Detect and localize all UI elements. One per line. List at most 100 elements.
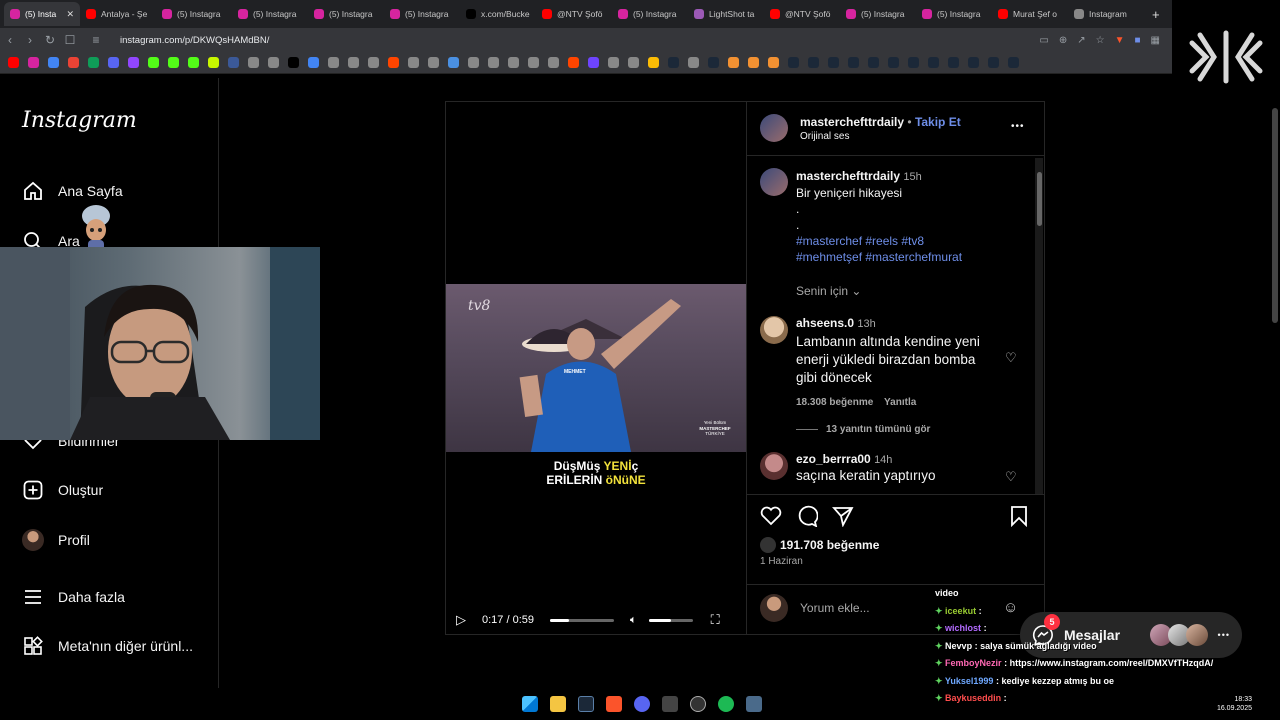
bookmark-favicon-icon[interactable] [908, 57, 919, 68]
bookmark-favicon-icon[interactable] [508, 57, 519, 68]
share-icon[interactable] [832, 505, 854, 527]
site-info-icon[interactable]: ≡ [86, 33, 106, 47]
volume-slider[interactable] [648, 618, 693, 622]
sidebar-item-home[interactable]: Ana Sayfa [22, 180, 123, 202]
bookmark-favicon-icon[interactable] [268, 57, 279, 68]
bookmark-favicon-icon[interactable] [8, 57, 19, 68]
bookmark-favicon-icon[interactable] [28, 57, 39, 68]
caption-username[interactable]: masterchefttrdaily [796, 169, 900, 183]
bookmark-favicon-icon[interactable] [408, 57, 419, 68]
start-icon[interactable] [522, 696, 538, 712]
bookmark-favicon-icon[interactable] [468, 57, 479, 68]
sidebar-item-create[interactable]: Oluştur [22, 479, 103, 501]
back-icon[interactable]: ‹ [0, 33, 20, 47]
bookmark-favicon-icon[interactable] [68, 57, 79, 68]
comment-likes[interactable]: 18.308 beğenme [796, 397, 873, 408]
more-options-icon[interactable]: ••• [1011, 121, 1025, 132]
bookmark-favicon-icon[interactable] [248, 57, 259, 68]
audio-label[interactable]: Orijinal ses [800, 131, 961, 142]
bookmark-favicon-icon[interactable] [588, 57, 599, 68]
bookmark-favicon-icon[interactable] [768, 57, 779, 68]
bookmark-favicon-icon[interactable] [488, 57, 499, 68]
sidebar-item-more[interactable]: Daha fazla [22, 586, 125, 608]
like-icon[interactable] [760, 505, 782, 527]
hashtags[interactable]: #masterchef #reels #tv8 [796, 233, 1026, 249]
bookmark-favicon-icon[interactable] [48, 57, 59, 68]
fullscreen-icon[interactable]: ⛶ [711, 612, 720, 628]
browser-tab[interactable]: (5) Instagra [612, 2, 688, 26]
browser-tab[interactable]: x.com/Bucke [460, 2, 536, 26]
zoom-icon[interactable]: ⊕ [1059, 35, 1067, 46]
comment-icon[interactable] [796, 505, 818, 527]
view-replies[interactable]: 13 yanıtın tümünü gör [796, 424, 930, 435]
bookmark-favicon-icon[interactable] [988, 57, 999, 68]
page-scrollbar[interactable] [1272, 108, 1278, 323]
browser-tab[interactable]: Antalya - Şe [80, 2, 156, 26]
bookmark-favicon-icon[interactable] [728, 57, 739, 68]
forward-icon[interactable]: › [20, 33, 40, 47]
comment-avatar[interactable] [760, 452, 788, 480]
like-comment-icon[interactable]: ♡ [1005, 469, 1017, 485]
bookmark-favicon-icon[interactable] [648, 57, 659, 68]
bookmark-favicon-icon[interactable] [168, 57, 179, 68]
steam-icon[interactable] [578, 696, 594, 712]
bookmark-favicon-icon[interactable] [548, 57, 559, 68]
browser-tab[interactable]: (5) Instagra [916, 2, 992, 26]
bookmark-favicon-icon[interactable] [388, 57, 399, 68]
bookmark-favicon-icon[interactable] [1008, 57, 1019, 68]
browser-tab[interactable]: Murat Şef o [992, 2, 1068, 26]
discord-icon[interactable] [634, 696, 650, 712]
obs-icon[interactable] [690, 696, 706, 712]
url-field[interactable]: instagram.com/p/DKWQsHAMdBN/ [120, 35, 269, 46]
browser-tab[interactable]: Instagram [1068, 2, 1144, 26]
bookmark-favicon-icon[interactable] [828, 57, 839, 68]
system-clock[interactable]: 18:33 16.09.2025 [1217, 695, 1252, 713]
bookmark-favicon-icon[interactable] [228, 57, 239, 68]
browser-tab[interactable]: (5) Instagra [384, 2, 460, 26]
sidebar-item-profile[interactable]: Profil [22, 529, 90, 551]
instagram-logo[interactable]: Instagram [22, 108, 137, 133]
new-tab-button[interactable]: + [1152, 7, 1160, 22]
bookmark-favicon-icon[interactable] [128, 57, 139, 68]
bookmark-favicon-icon[interactable] [88, 57, 99, 68]
browser-tab[interactable]: @NTV Şofö [764, 2, 840, 26]
follow-button[interactable]: Takip Et [915, 115, 961, 129]
bookmark-favicon-icon[interactable] [288, 57, 299, 68]
extension-icon[interactable]: ■ [1135, 35, 1141, 46]
bookmark-favicon-icon[interactable] [568, 57, 579, 68]
bookmark-favicon-icon[interactable] [108, 57, 119, 68]
bookmark-favicon-icon[interactable] [808, 57, 819, 68]
volume-icon[interactable]: 🔈︎ [630, 614, 637, 627]
brave-shield-icon[interactable]: ▼ [1115, 35, 1125, 46]
bookmark-favicon-icon[interactable] [448, 57, 459, 68]
reply-button[interactable]: Yanıtla [884, 397, 916, 408]
brave-icon[interactable] [606, 696, 622, 712]
comment-sort[interactable]: Senin için ⌄ [796, 284, 861, 298]
browser-tab[interactable]: (5) Instagra [232, 2, 308, 26]
bookmark-favicon-icon[interactable] [948, 57, 959, 68]
browser-tab[interactable]: @NTV Şofö [536, 2, 612, 26]
like-comment-icon[interactable]: ♡ [1005, 350, 1017, 366]
play-icon[interactable]: ▷ [456, 612, 466, 628]
browser-tab[interactable]: (5) Instagra [156, 2, 232, 26]
likes-total[interactable]: 191.708 beğenme [760, 537, 879, 553]
hashtags[interactable]: #mehmetşef #masterchefmurat [796, 249, 1026, 265]
comment-input[interactable]: Yorum ekle... [800, 601, 870, 615]
bookmark-favicon-icon[interactable] [188, 57, 199, 68]
comment-avatar[interactable] [760, 316, 788, 344]
app-icon[interactable] [746, 696, 762, 712]
bookmark-favicon-icon[interactable] [368, 57, 379, 68]
video-progress[interactable] [550, 618, 614, 622]
author-username[interactable]: masterchefttrdaily [800, 115, 904, 129]
bookmark-icon[interactable]: ☐ [60, 33, 80, 47]
reload-icon[interactable]: ↻ [40, 33, 60, 47]
browser-tab[interactable]: (5) Instagra [308, 2, 384, 26]
bookmark-favicon-icon[interactable] [208, 57, 219, 68]
author-avatar[interactable] [760, 114, 788, 142]
bookmark-favicon-icon[interactable] [748, 57, 759, 68]
bookmark-favicon-icon[interactable] [148, 57, 159, 68]
app-icon[interactable] [662, 696, 678, 712]
cast-icon[interactable]: ▭ [1039, 35, 1048, 46]
bookmark-favicon-icon[interactable] [328, 57, 339, 68]
share-icon[interactable]: ↗ [1077, 35, 1085, 46]
